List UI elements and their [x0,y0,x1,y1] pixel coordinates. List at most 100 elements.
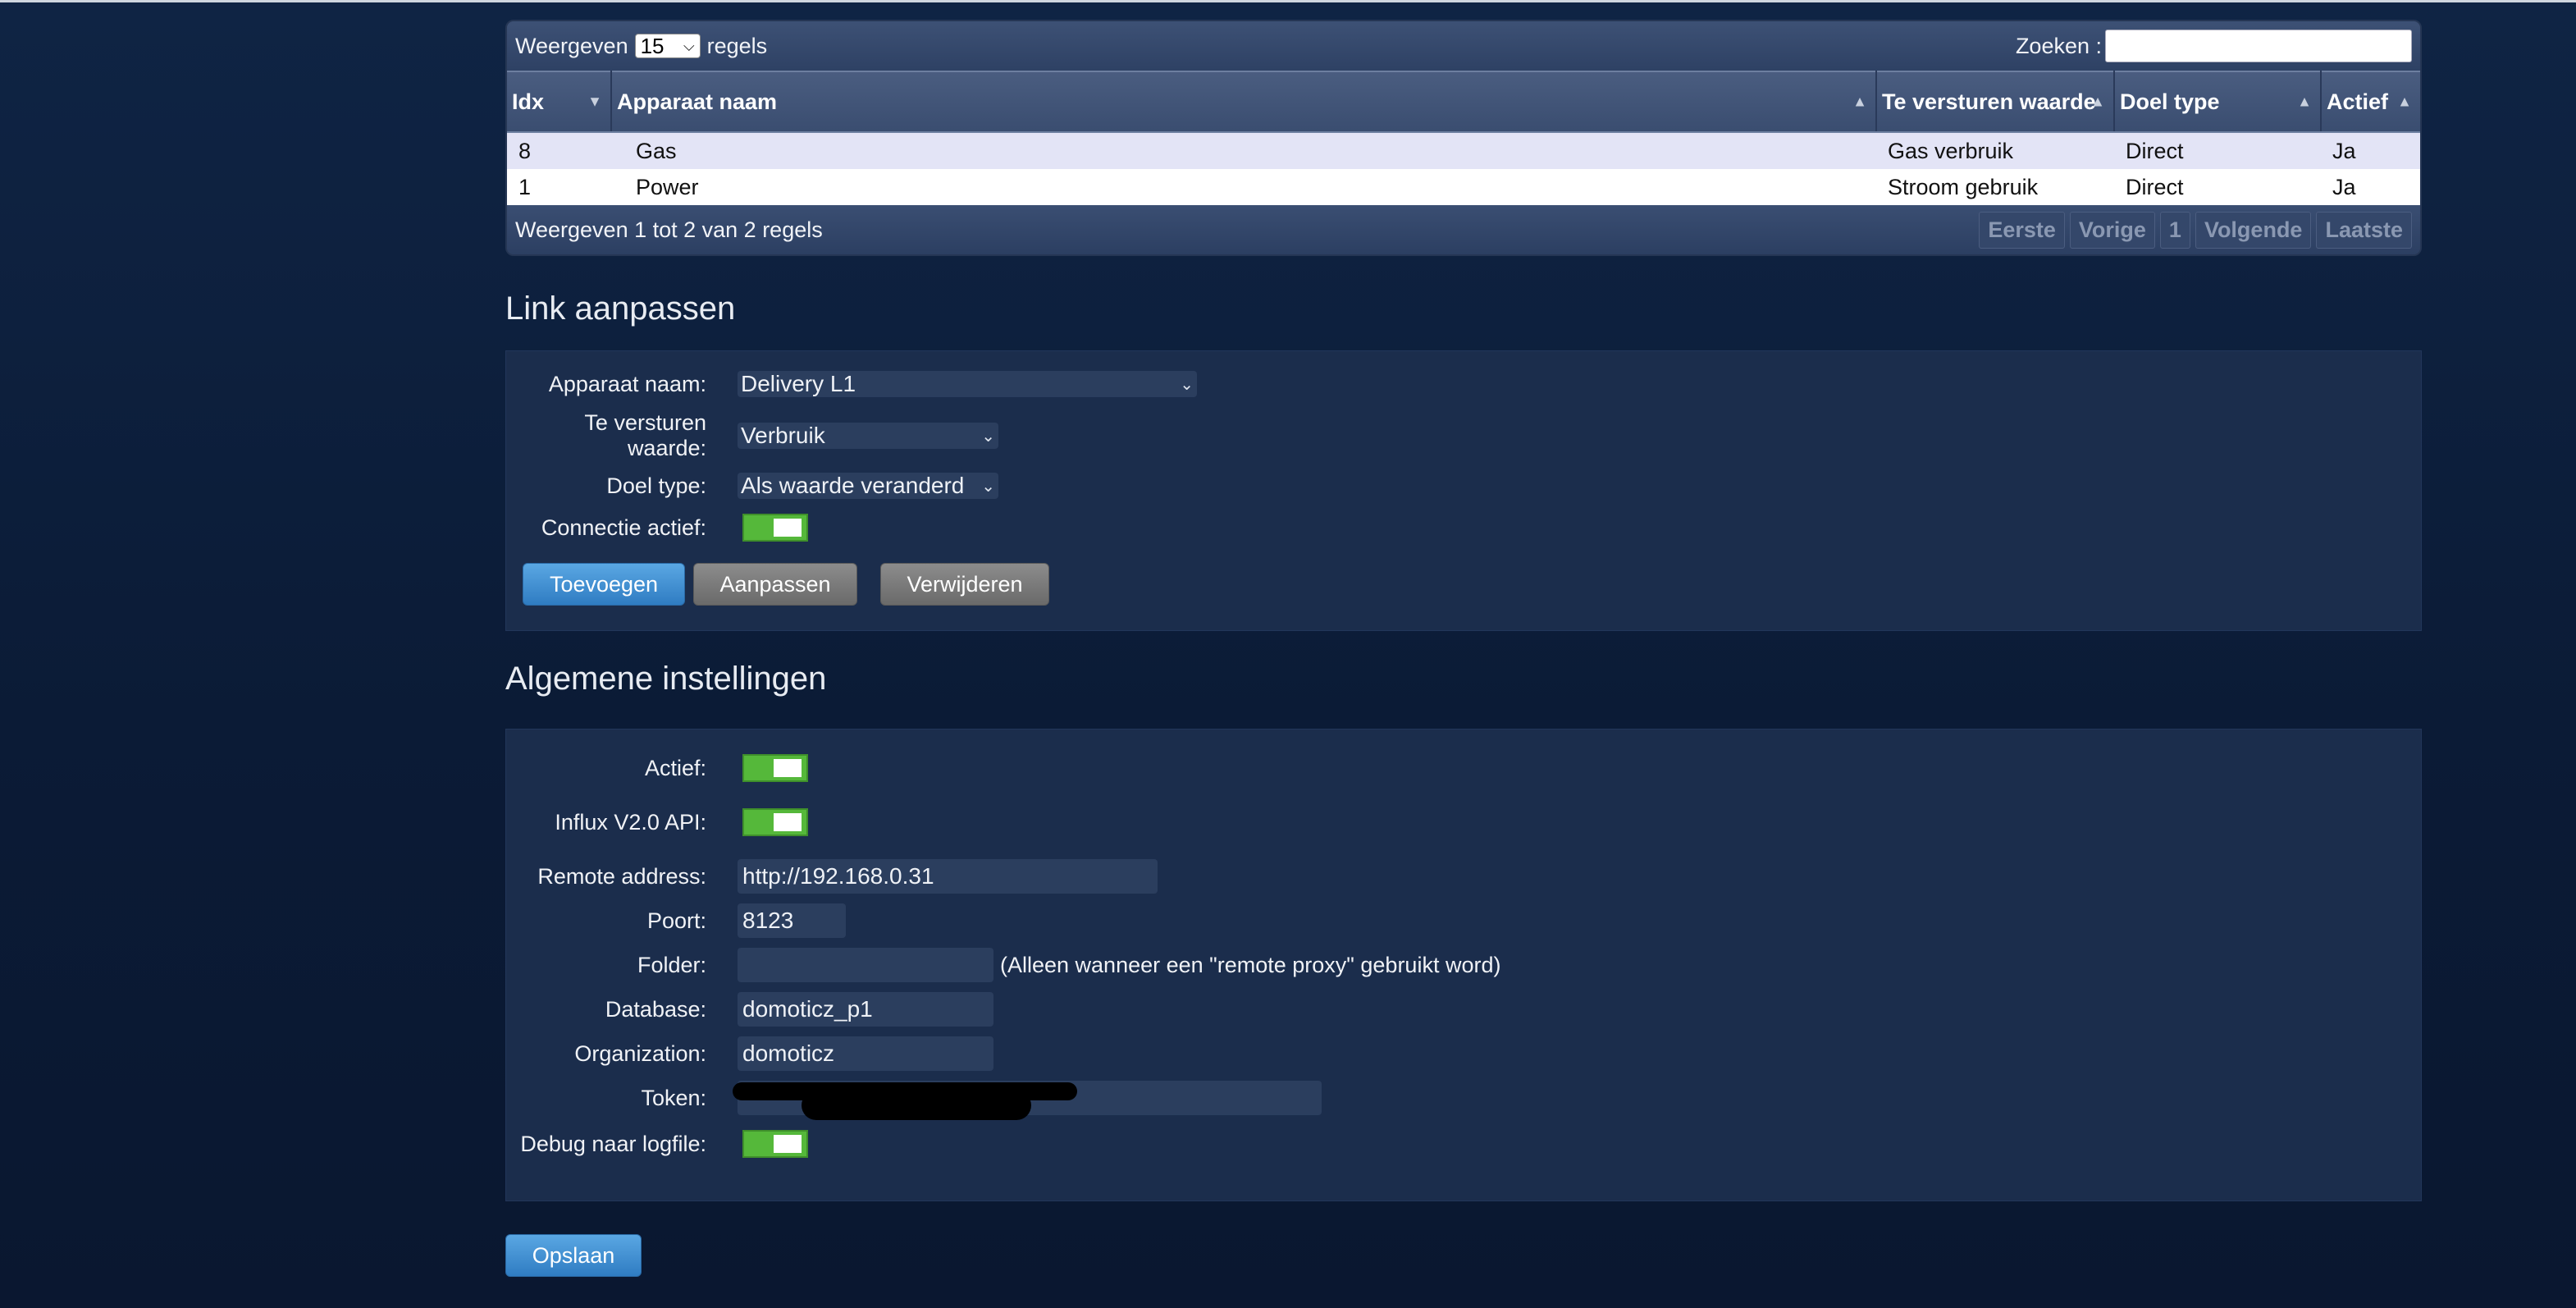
send-value-select[interactable]: Verbruik ⌄ [738,423,998,449]
link-edit-panel: Apparaat naam: Delivery L1 ⌄ Te versturen… [505,350,2422,631]
port-label: Poort: [646,908,706,933]
cell-type: Direct [2114,132,2321,169]
remote-address-row: Remote address: http://192.168.0.31 [506,859,1158,894]
device-label: Apparaat naam: [548,371,706,396]
top-border [0,0,2576,2]
active-row: Actief: [506,754,808,782]
database-input[interactable]: domoticz_p1 [738,992,993,1027]
database-label: Database: [605,996,706,1022]
cell-active: Ja [2321,169,2420,205]
table-toolbar: Weergeven 15 ⌵ regels Zoeken : [507,21,2420,71]
chevron-down-icon: ⌄ [981,427,995,446]
toggle-knob [774,519,802,537]
port-input[interactable]: 8123 [738,903,846,938]
active-toggle[interactable] [742,754,808,782]
send-value-label: Te versturen waarde: [584,410,706,460]
settings-panel: Actief: Influx V2.0 API: Remote address:… [505,729,2422,1201]
length-label-before: Weergeven [515,33,628,58]
links-table: Idx ▼ Apparaat naam ▲ Te versturen waarde ▲… [507,71,2420,205]
table-row[interactable]: 1 Power Stroom gebruik Direct Ja [507,169,2420,205]
organization-row: Organization: domoticz [506,1036,993,1071]
length-value: 15 [640,33,665,58]
folder-input[interactable] [738,948,993,982]
device-row: Apparaat naam: Delivery L1 ⌄ [506,371,1197,397]
port-row: Poort: 8123 [506,903,846,938]
chevron-down-icon: ⌵ [683,37,695,54]
cell-name: Gas [611,132,1876,169]
length-select[interactable]: 15 ⌵ [634,33,701,58]
update-button[interactable]: Aanpassen [693,563,857,606]
settings-section-title: Algemene instellingen [505,661,827,697]
column-header-idx[interactable]: Idx ▼ [507,71,612,133]
link-section-title: Link aanpassen [505,290,736,327]
toggle-knob [774,759,802,777]
database-row: Database: domoticz_p1 [506,992,993,1027]
save-button[interactable]: Opslaan [505,1234,642,1277]
folder-note: (Alleen wanneer een "remote proxy" gebru… [1000,952,1501,977]
debug-row: Debug naar logfile: [506,1130,808,1158]
links-table-widget: Weergeven 15 ⌵ regels Zoeken : Idx ▼ Appa… [505,20,2422,256]
folder-label: Folder: [637,952,706,977]
influx-v2-toggle[interactable] [742,808,808,836]
active-label: Actief: [644,755,706,780]
search-input[interactable] [2105,30,2412,62]
target-type-select[interactable]: Als waarde veranderd ⌄ [738,473,998,499]
redaction-mark [802,1091,1031,1120]
cell-active: Ja [2321,132,2420,169]
sort-icon: ▲ [2397,93,2412,110]
debug-label: Debug naar logfile: [520,1131,706,1156]
connection-active-row: Connectie actief: [506,514,808,542]
table-info: Weergeven 1 tot 2 van 2 regels [515,217,823,242]
pager-last[interactable]: Laatste [2316,211,2412,249]
debug-toggle[interactable] [742,1130,808,1158]
cell-idx: 1 [507,169,611,205]
table-row[interactable]: 8 Gas Gas verbruik Direct Ja [507,132,2420,169]
remote-address-input[interactable]: http://192.168.0.31 [738,859,1158,894]
length-label-after: regels [706,33,768,58]
toggle-knob [774,1135,802,1153]
cell-idx: 8 [507,132,611,169]
chevron-down-icon: ⌄ [981,477,995,496]
folder-row: Folder: (Alleen wanneer een "remote prox… [506,948,1500,982]
device-select[interactable]: Delivery L1 ⌄ [738,371,1197,397]
chevron-down-icon: ⌄ [1180,375,1194,394]
sort-desc-icon: ▼ [587,93,602,110]
column-header-type[interactable]: Doel type ▲ [2114,71,2322,133]
connection-active-label: Connectie actief: [541,515,706,540]
cell-name: Power [611,169,1876,205]
pagination: Eerste Vorige 1 Volgende Laatste [1979,211,2412,249]
search-label: Zoeken : [2015,33,2102,58]
influx-label: Influx V2.0 API: [555,809,706,835]
delete-button[interactable]: Verwijderen [880,563,1049,606]
token-label: Token: [641,1085,706,1110]
toggle-knob [774,813,802,831]
column-header-active[interactable]: Actief ▲ [2321,71,2420,133]
column-header-name[interactable]: Apparaat naam ▲ [611,71,1877,133]
pager-previous[interactable]: Vorige [2069,211,2155,249]
cell-type: Direct [2114,169,2321,205]
column-header-value[interactable]: Te versturen waarde ▲ [1876,71,2115,133]
add-button[interactable]: Toevoegen [523,563,685,606]
target-type-row: Doel type: Als waarde veranderd ⌄ [506,473,998,499]
sort-icon: ▲ [1852,93,1867,110]
table-footer: Weergeven 1 tot 2 van 2 regels Eerste Vo… [507,205,2420,254]
pager-first[interactable]: Eerste [1979,211,2065,249]
remote-address-label: Remote address: [537,863,706,889]
token-row: Token: [506,1081,1322,1120]
send-value-row: Te versturen waarde: Verbruik ⌄ [506,410,998,461]
connection-active-toggle[interactable] [742,514,808,542]
organization-input[interactable]: domoticz [738,1036,993,1071]
influx-row: Influx V2.0 API: [506,808,808,836]
table-header-row: Idx ▼ Apparaat naam ▲ Te versturen waarde ▲… [507,71,2420,133]
organization-label: Organization: [574,1040,706,1066]
cell-value: Gas verbruik [1876,132,2114,169]
pager-next[interactable]: Volgende [2195,211,2312,249]
pager-page-1[interactable]: 1 [2159,211,2190,249]
sort-icon: ▲ [2090,93,2105,110]
search-control: Zoeken : [2016,30,2412,62]
target-type-label: Doel type: [606,473,706,498]
length-control: Weergeven 15 ⌵ regels [515,34,767,59]
main-content: Weergeven 15 ⌵ regels Zoeken : Idx ▼ Appa… [505,20,2422,1277]
sort-icon: ▲ [2297,93,2312,110]
cell-value: Stroom gebruik [1876,169,2114,205]
